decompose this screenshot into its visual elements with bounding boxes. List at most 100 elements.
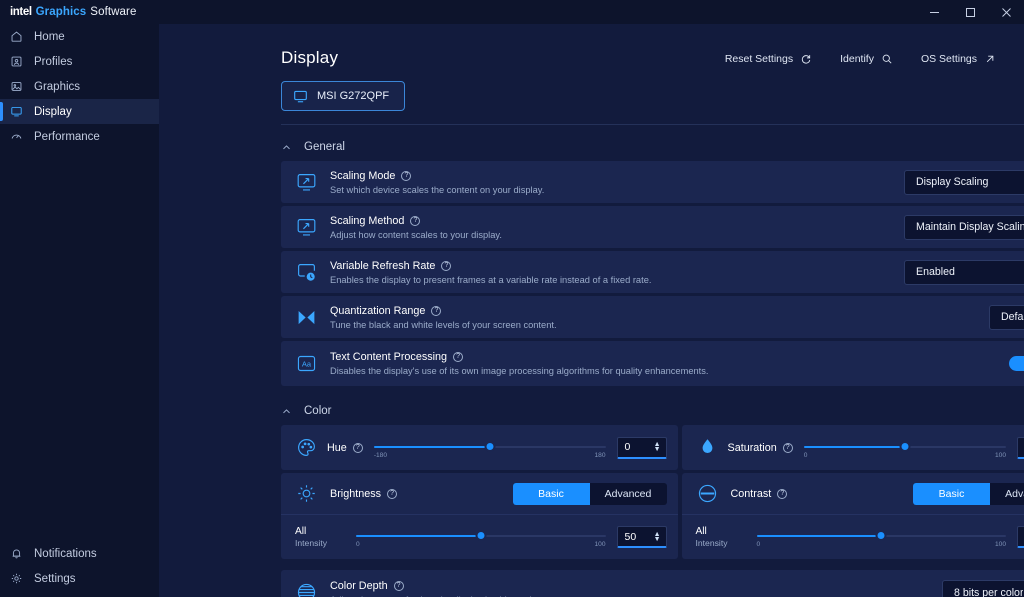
dropdown-value: Maintain Display Scaling bbox=[916, 221, 1024, 233]
scaling-method-icon bbox=[295, 216, 318, 239]
help-icon[interactable]: ? bbox=[453, 352, 464, 362]
minimize-button[interactable] bbox=[916, 0, 952, 24]
monitor-selector-chip[interactable]: MSI G272QPF bbox=[281, 81, 406, 111]
row-title-wrap: Color Depth ? bbox=[330, 579, 942, 593]
section-header-general[interactable]: General bbox=[159, 125, 1024, 161]
help-icon[interactable]: ? bbox=[352, 442, 363, 453]
stepper-icon[interactable]: ▲ ▼ bbox=[654, 441, 661, 453]
contrast-value-input[interactable]: 50 ▲ ▼ bbox=[1017, 526, 1024, 548]
close-button[interactable] bbox=[988, 0, 1024, 24]
graphics-icon bbox=[9, 80, 23, 94]
slider-thumb[interactable] bbox=[484, 440, 496, 452]
stepper-down[interactable]: ▼ bbox=[654, 536, 661, 543]
help-icon[interactable]: ? bbox=[387, 488, 398, 499]
quantization-icon bbox=[295, 306, 318, 329]
sidebar: Home Profiles Graphics Display Performan… bbox=[0, 24, 159, 597]
text-content-processing-toggle[interactable] bbox=[1008, 356, 1024, 371]
section-title-color: Color bbox=[304, 405, 332, 417]
contrast-header: Contrast ? Basic Advanced bbox=[681, 473, 1024, 515]
quantization-range-dropdown[interactable]: Default bbox=[989, 304, 1024, 330]
sidebar-item-graphics[interactable]: Graphics bbox=[0, 74, 159, 99]
brightness-channel-name: All bbox=[295, 525, 307, 537]
help-icon[interactable]: ? bbox=[431, 305, 442, 316]
help-icon[interactable]: ? bbox=[401, 170, 412, 181]
performance-icon bbox=[9, 130, 23, 144]
contrast-channel-label: All Intensity bbox=[696, 526, 746, 549]
dropdown-value: Display Scaling bbox=[916, 176, 989, 188]
display-icon bbox=[9, 105, 23, 119]
row-text: Scaling Mode ? Set which device scales t… bbox=[330, 169, 904, 196]
help-icon[interactable]: ? bbox=[410, 215, 421, 226]
row-title-wrap: Scaling Method ? bbox=[330, 214, 904, 228]
saturation-value-input[interactable]: 50 ▲ ▼ bbox=[1017, 436, 1024, 459]
reset-settings-button[interactable]: Reset Settings bbox=[725, 53, 812, 65]
bell-icon bbox=[9, 547, 23, 561]
dropdown-value: 8 bits per color bbox=[954, 586, 1024, 597]
scaling-mode-dropdown[interactable]: Display Scaling bbox=[904, 169, 1024, 195]
slider-thumb[interactable] bbox=[475, 530, 487, 541]
scaling-method-dropdown[interactable]: Maintain Display Scaling bbox=[904, 214, 1024, 240]
stepper-icon[interactable]: ▲ ▼ bbox=[654, 531, 661, 543]
contrast-slider[interactable]: 0 100 bbox=[756, 525, 1006, 549]
maximize-button[interactable] bbox=[952, 0, 988, 24]
sidebar-item-display[interactable]: Display bbox=[0, 99, 159, 124]
sidebar-nav: Home Profiles Graphics Display Performan… bbox=[0, 24, 159, 149]
variable-refresh-rate-dropdown[interactable]: Enabled bbox=[904, 259, 1024, 285]
brightness-slider[interactable]: 0 100 bbox=[356, 525, 606, 549]
help-icon[interactable]: ? bbox=[777, 488, 788, 499]
sidebar-item-label: Graphics bbox=[34, 80, 81, 93]
brightness-channel-label: All Intensity bbox=[295, 526, 345, 549]
sidebar-item-performance[interactable]: Performance bbox=[0, 124, 159, 149]
row-variable-refresh-rate: Variable Refresh Rate ? Enables the disp… bbox=[281, 251, 1024, 293]
row-title: Text Content Processing bbox=[330, 351, 448, 363]
brightness-min-tick: 0 bbox=[356, 541, 360, 548]
refresh-rate-icon bbox=[295, 261, 318, 284]
section-header-color[interactable]: Color bbox=[159, 389, 1024, 425]
contrast-mode-basic[interactable]: Basic bbox=[913, 482, 990, 505]
row-title-wrap: Text Content Processing ? bbox=[330, 350, 1009, 364]
stepper-down[interactable]: ▼ bbox=[654, 446, 661, 453]
os-settings-button[interactable]: OS Settings bbox=[921, 53, 996, 65]
monitor-chip-label: MSI G272QPF bbox=[317, 90, 390, 102]
sidebar-item-notifications[interactable]: Notifications bbox=[0, 541, 159, 566]
slider-fill bbox=[756, 535, 882, 537]
sidebar-item-profiles[interactable]: Profiles bbox=[0, 49, 159, 74]
brightness-mode-basic[interactable]: Basic bbox=[512, 482, 590, 505]
brightness-channel-sub: Intensity bbox=[295, 537, 328, 548]
slider-thumb[interactable] bbox=[875, 530, 887, 541]
brightness-mode-advanced[interactable]: Advanced bbox=[590, 483, 667, 505]
chevron-up-icon bbox=[281, 142, 292, 153]
droplet-icon bbox=[696, 436, 719, 459]
sidebar-item-home[interactable]: Home bbox=[0, 24, 159, 49]
card-contrast: Contrast ? Basic Advanced All Inte bbox=[681, 473, 1024, 559]
row-scaling-method: Scaling Method ? Adjust how content scal… bbox=[281, 206, 1024, 248]
reset-icon bbox=[800, 53, 812, 65]
main-content: Display Reset Settings Identify OS Setti… bbox=[159, 24, 1024, 597]
help-icon[interactable]: ? bbox=[441, 260, 452, 271]
profiles-icon bbox=[9, 55, 23, 69]
svg-text:Aa: Aa bbox=[302, 360, 312, 369]
contrast-mode-advanced[interactable]: Advanced bbox=[990, 483, 1024, 505]
hue-value-input[interactable]: 0 ▲ ▼ bbox=[616, 436, 667, 459]
help-icon[interactable]: ? bbox=[782, 442, 793, 453]
hue-slider[interactable]: -180 180 bbox=[373, 436, 606, 460]
brightness-value-input[interactable]: 50 ▲ ▼ bbox=[616, 526, 667, 548]
slider-fill bbox=[356, 535, 481, 537]
row-subtitle: Adjust how content scales to your displa… bbox=[330, 229, 502, 240]
sidebar-item-settings[interactable]: Settings bbox=[0, 566, 159, 591]
row-title: Scaling Mode bbox=[330, 169, 396, 182]
brightness-header: Brightness ? Basic Advanced bbox=[281, 473, 678, 515]
brightness-slider-row: All Intensity 0 100 50 ▲ ▼ bbox=[281, 515, 678, 559]
settings-scroll-area[interactable]: General Scaling Mode ? Set which device … bbox=[159, 125, 1024, 597]
slider-thumb[interactable] bbox=[899, 440, 911, 452]
color-depth-dropdown[interactable]: 8 bits per color bbox=[942, 580, 1024, 597]
hue-min-tick: -180 bbox=[373, 451, 388, 459]
sidebar-item-label: Display bbox=[34, 105, 72, 118]
color-cards: Hue ? -180 180 0 ▲ ▼ Saturation ? 0 100 … bbox=[281, 425, 1024, 597]
saturation-max-tick: 100 bbox=[994, 451, 1006, 459]
brightness-mode-toggle: Basic Advanced bbox=[512, 482, 667, 505]
saturation-slider[interactable]: 0 100 bbox=[803, 436, 1006, 460]
identify-button[interactable]: Identify bbox=[840, 53, 893, 65]
help-icon[interactable]: ? bbox=[393, 581, 404, 591]
contrast-slider-row: All Intensity 0 100 50 bbox=[682, 515, 1024, 559]
